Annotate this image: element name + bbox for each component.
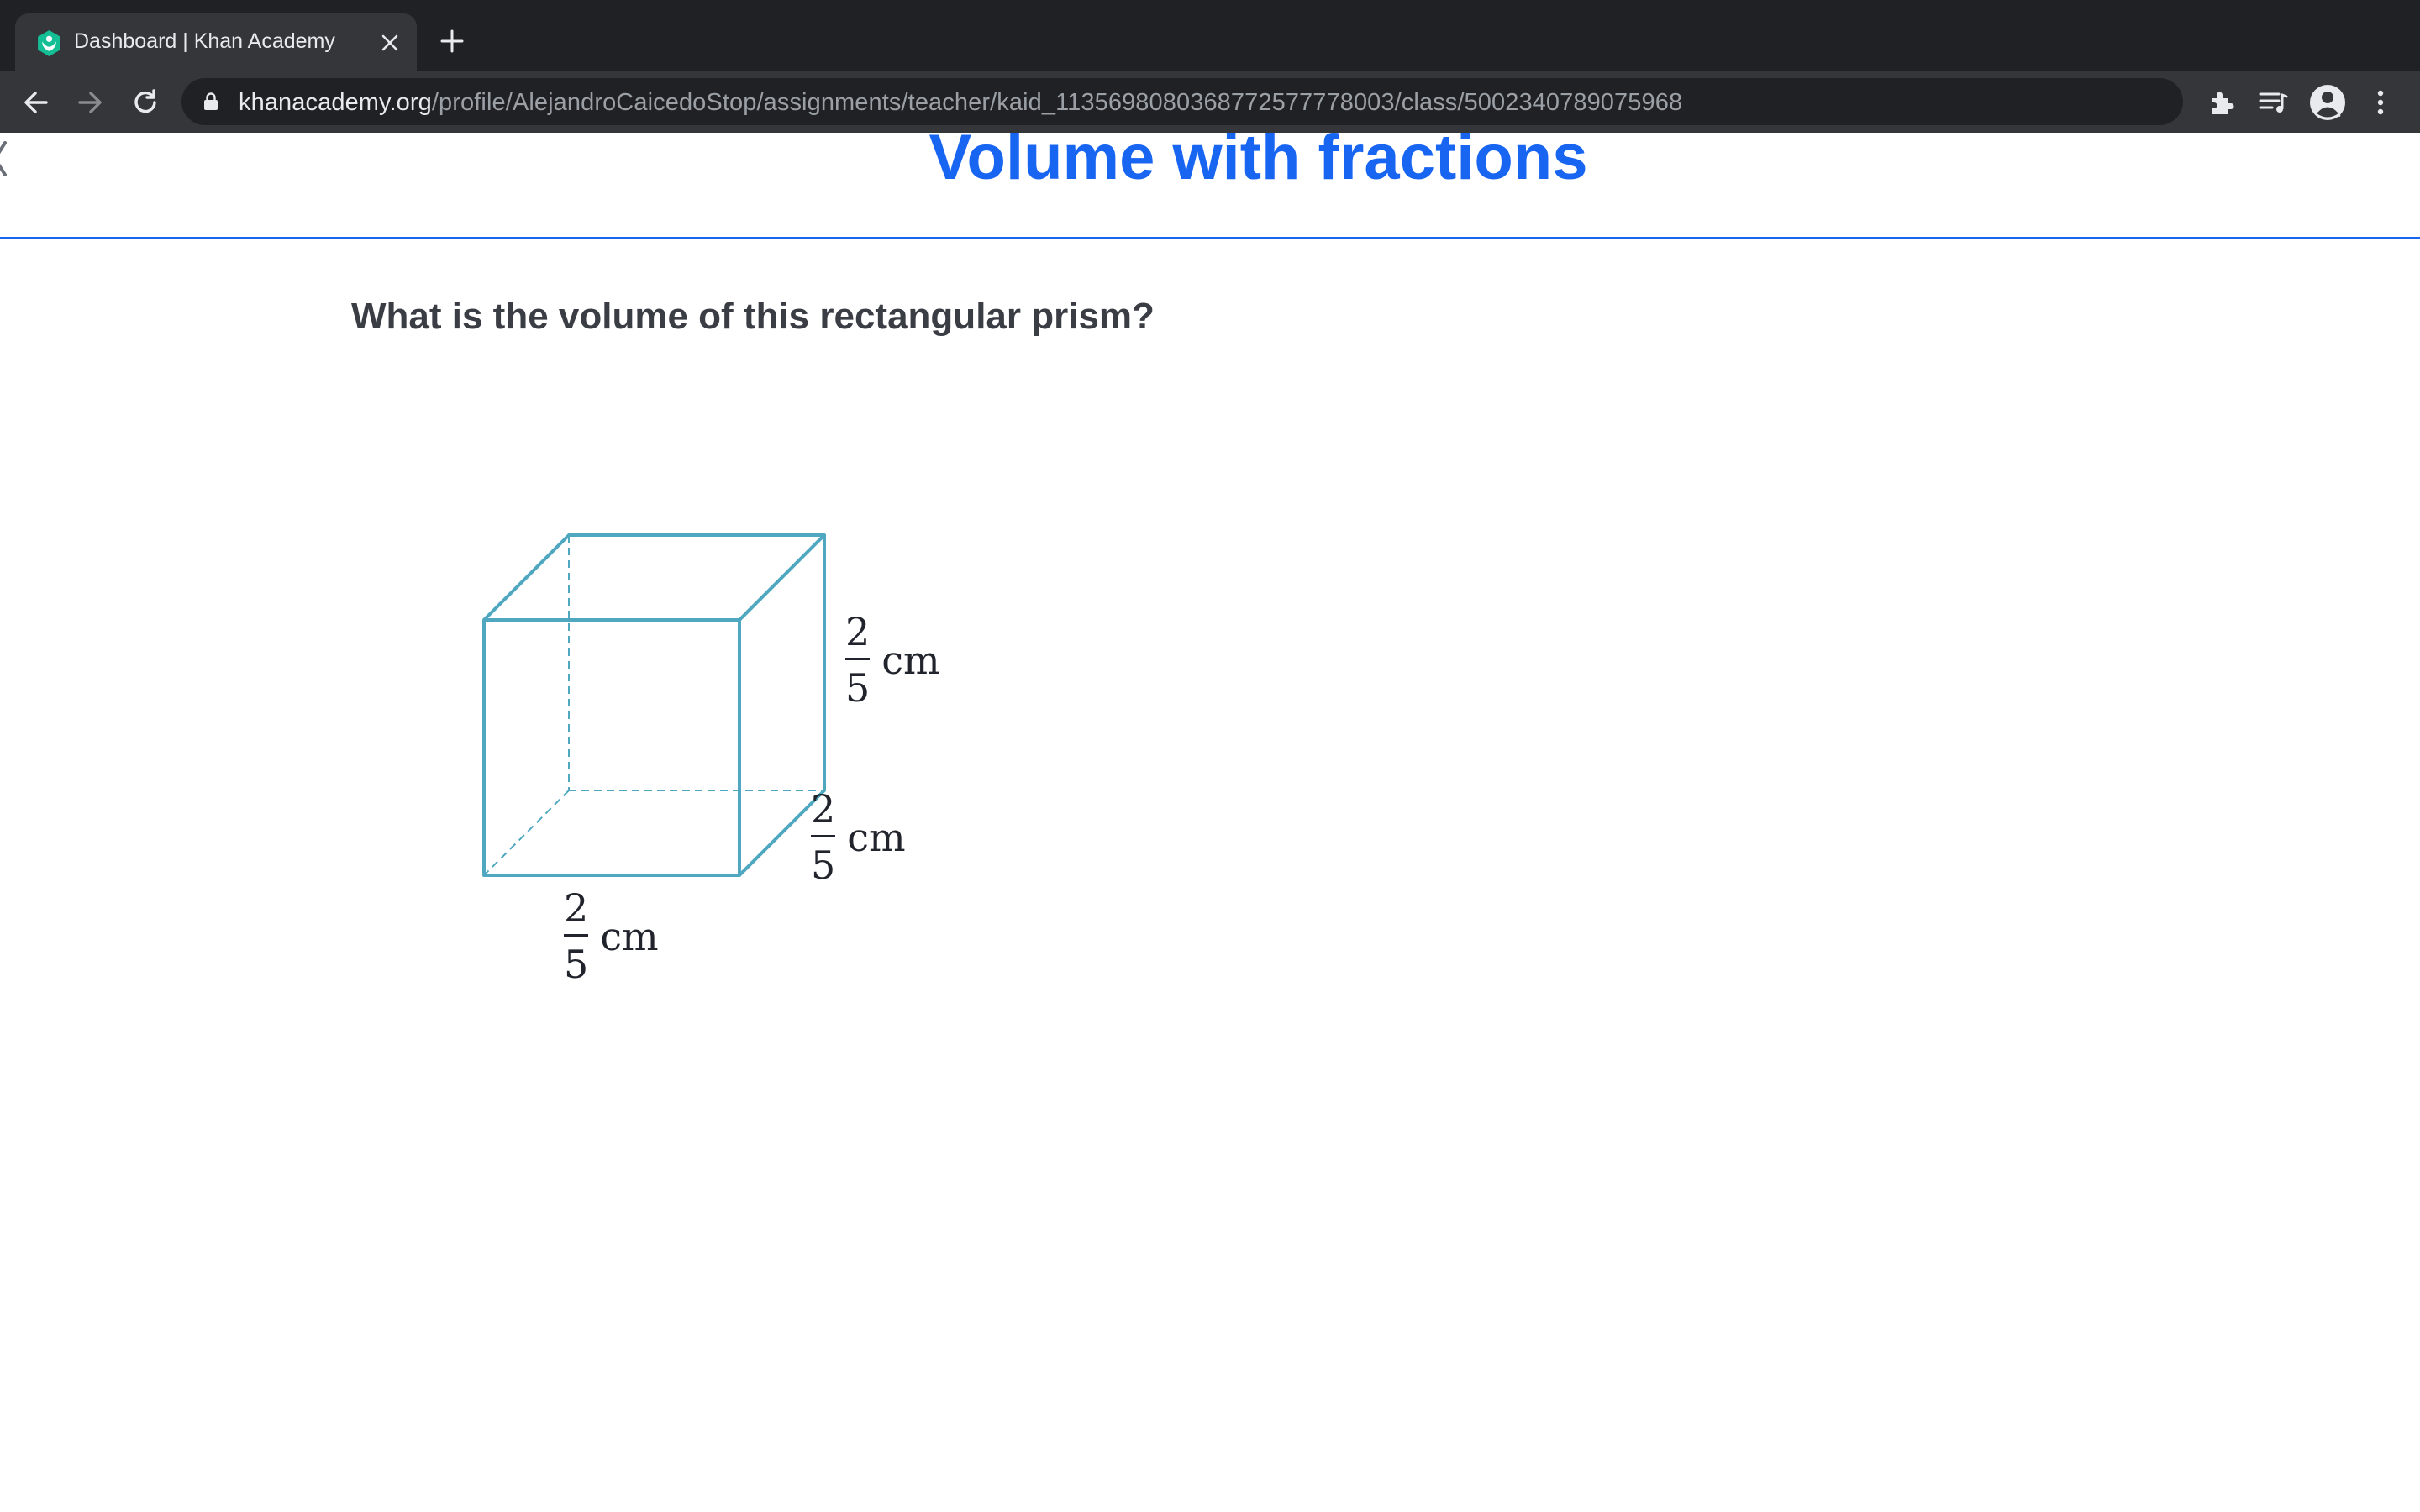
extensions-icon[interactable]: [2205, 87, 2237, 118]
page-title: Volume with fractions: [929, 122, 1588, 193]
url-text[interactable]: khanacademy.org/profile/AlejandroCaicedo…: [239, 89, 1682, 117]
kebab-menu-icon[interactable]: [2368, 87, 2393, 118]
height-fraction: 2 5: [845, 609, 871, 711]
height-dimension-label: 2 5 cm: [845, 609, 940, 711]
rectangular-prism-figure: 2 5 cm 2 5 cm 2 5 cm: [454, 512, 992, 1000]
url-path: /profile/AlejandroCaicedoStop/assignment…: [431, 89, 1683, 116]
exercise-header: Volume with fractions: [0, 122, 2420, 239]
fraction-bar: [811, 835, 836, 837]
reload-icon[interactable]: [129, 87, 161, 118]
depth-denominator: 5: [811, 843, 836, 888]
forward-arrow-icon[interactable]: [74, 87, 106, 118]
fraction-bar: [564, 934, 589, 937]
width-fraction: 2 5: [564, 885, 589, 987]
height-numerator: 2: [845, 609, 871, 654]
address-bar[interactable]: khanacademy.org/profile/AlejandroCaicedo…: [182, 78, 2345, 125]
depth-fraction: 2 5: [811, 786, 836, 888]
profile-icon[interactable]: [2309, 84, 2346, 121]
width-unit: cm: [600, 913, 659, 959]
depth-dimension-label: 2 5 cm: [811, 786, 906, 888]
browser-tab[interactable]: Dashboard | Khan Academy: [15, 13, 417, 71]
height-unit: cm: [881, 637, 940, 683]
height-denominator: 5: [845, 665, 871, 711]
width-numerator: 2: [564, 885, 589, 931]
khan-academy-favicon-icon: [38, 30, 60, 56]
back-arrow-icon[interactable]: [20, 87, 52, 118]
depth-unit: cm: [847, 814, 906, 860]
width-dimension-label: 2 5 cm: [564, 885, 659, 987]
browser-tab-strip: Dashboard | Khan Academy: [0, 0, 2420, 71]
close-tab-icon[interactable]: [379, 32, 401, 54]
width-denominator: 5: [564, 942, 589, 987]
tab-title: Dashboard | Khan Academy: [74, 29, 335, 53]
prism-top-edges: [482, 533, 826, 622]
question-text: What is the volume of this rectangular p…: [351, 296, 1155, 337]
prism-diagram: [482, 533, 826, 877]
new-tab-icon[interactable]: [439, 29, 465, 54]
depth-numerator: 2: [811, 786, 836, 832]
fraction-bar: [845, 658, 871, 660]
url-host: khanacademy.org: [239, 89, 432, 116]
reading-list-icon[interactable]: [2257, 87, 2289, 118]
lock-icon: [204, 92, 218, 110]
